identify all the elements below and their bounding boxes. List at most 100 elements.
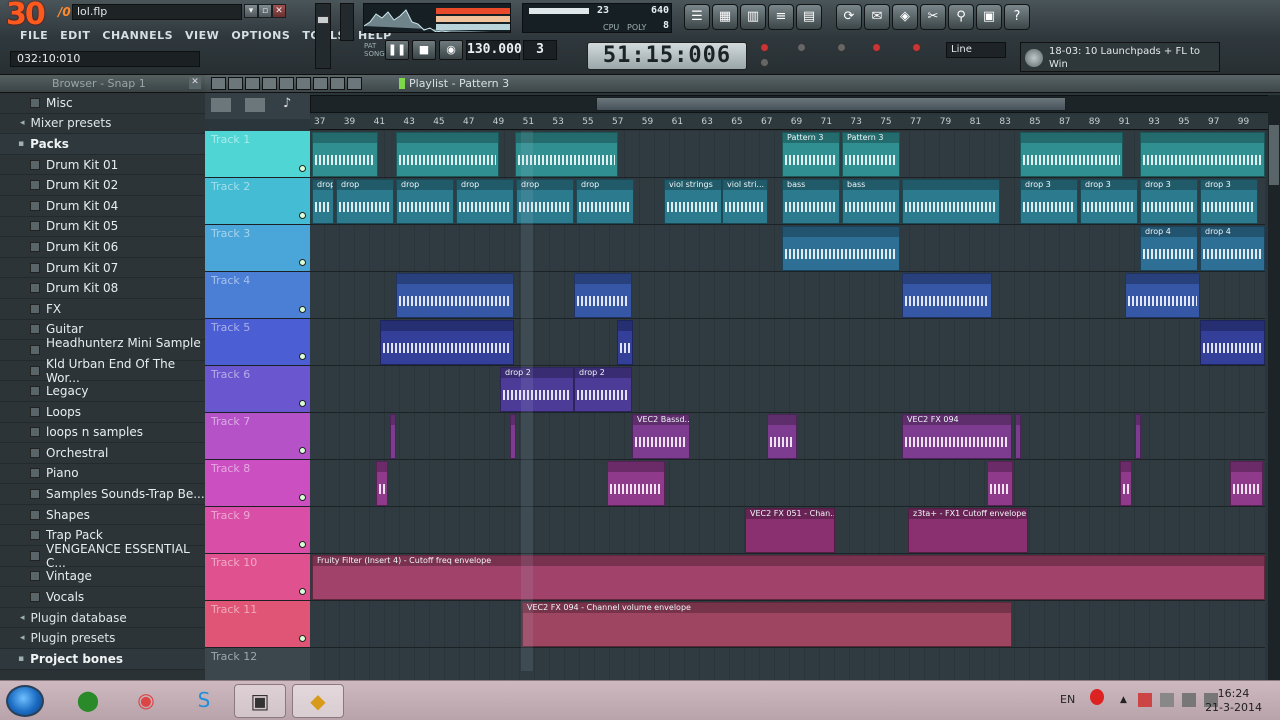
pattern-clip[interactable] xyxy=(1015,414,1021,459)
pattern-clip[interactable]: drop xyxy=(576,179,634,224)
pattern-clip[interactable] xyxy=(376,461,388,506)
browser-item[interactable]: Piano xyxy=(0,463,205,485)
pattern-clip[interactable]: viol strings xyxy=(664,179,722,224)
track-header[interactable]: Track 11 xyxy=(205,601,310,648)
warning-icon[interactable] xyxy=(1090,689,1104,705)
pattern-clip[interactable] xyxy=(782,226,900,271)
playlist-icon[interactable]: ☰ xyxy=(684,4,710,30)
tray-app-icon[interactable] xyxy=(1138,693,1152,707)
typing-keyboard-icon[interactable] xyxy=(872,43,881,52)
track-header[interactable]: Track 4 xyxy=(205,272,310,319)
pattern-clip[interactable] xyxy=(1200,320,1265,365)
pattern-clip[interactable] xyxy=(396,273,514,318)
browser-item[interactable]: Drum Kit 01 xyxy=(0,154,205,176)
pattern-clip[interactable]: drop 2 xyxy=(574,367,632,412)
note-icon[interactable]: ♪ xyxy=(283,96,291,111)
computer-icon[interactable]: ▣ xyxy=(234,684,286,718)
zoom-tool-icon[interactable] xyxy=(330,77,345,90)
pause-button[interactable]: ❚❚ xyxy=(385,40,409,60)
mixer-icon[interactable]: ≡ xyxy=(768,4,794,30)
menu-view[interactable]: VIEW xyxy=(179,27,225,44)
menu-options[interactable]: OPTIONS xyxy=(225,27,296,44)
close-window-button[interactable]: ✕ xyxy=(272,4,286,18)
pattern-clip[interactable]: VEC2 FX 094 - Channel volume envelope xyxy=(522,602,1012,647)
track-mute-led[interactable] xyxy=(299,635,306,642)
pattern-clip[interactable] xyxy=(902,179,1000,224)
track-mute-led[interactable] xyxy=(299,165,306,172)
pattern-clip[interactable]: viol stri... xyxy=(722,179,768,224)
playlist-title[interactable]: Playlist - Pattern 3 xyxy=(409,76,509,92)
pattern-clip[interactable]: drop 3 xyxy=(1140,179,1198,224)
pattern-clip[interactable] xyxy=(396,132,499,177)
utorrent-icon[interactable]: ⬤ xyxy=(62,684,114,718)
record-option-icon[interactable] xyxy=(760,43,769,52)
channel-rack-icon[interactable]: ▤ xyxy=(796,4,822,30)
help-icon[interactable]: ? xyxy=(1004,4,1030,30)
save-icon[interactable]: ✉ xyxy=(864,4,890,30)
browser-item[interactable]: Samples Sounds-Trap Be... xyxy=(0,484,205,505)
start-button[interactable] xyxy=(6,685,44,717)
delete-tool-icon[interactable] xyxy=(262,77,277,90)
browser-item[interactable]: Loops xyxy=(0,401,205,423)
pattern-clip[interactable]: drop 4 xyxy=(1200,226,1265,271)
browser-item[interactable]: Kid Urban End Of The Wor... xyxy=(0,357,205,385)
step-sequencer-icon[interactable]: ▦ xyxy=(712,4,738,30)
track-mute-led[interactable] xyxy=(299,494,306,501)
track-header[interactable]: Track 2 xyxy=(205,178,310,225)
pattern-clip[interactable]: bass xyxy=(782,179,840,224)
track-header[interactable]: Track 1 xyxy=(205,131,310,178)
chrome-icon[interactable]: ◉ xyxy=(120,684,172,718)
playback-toggle-icon[interactable] xyxy=(211,98,231,112)
pattern-clip[interactable]: drop 3 xyxy=(1200,179,1258,224)
vertical-scrollbar[interactable] xyxy=(1268,95,1280,680)
pattern-clip[interactable]: drop 2 xyxy=(500,367,574,412)
countdown-icon[interactable] xyxy=(797,43,806,52)
magic-tool-icon[interactable] xyxy=(211,77,226,90)
pattern-clip[interactable]: bass xyxy=(842,179,900,224)
slider-handle[interactable] xyxy=(317,16,329,24)
menu-file[interactable]: FILE xyxy=(14,27,54,44)
track-mute-led[interactable] xyxy=(299,400,306,407)
pattern-clip[interactable] xyxy=(1125,273,1200,318)
tools-icon[interactable]: ✂ xyxy=(920,4,946,30)
master-pitch-slider[interactable] xyxy=(340,3,354,41)
scrollbar-thumb[interactable] xyxy=(1269,125,1279,185)
pattern-clip[interactable]: drop xyxy=(396,179,454,224)
skype-icon[interactable]: S xyxy=(178,684,230,718)
track-mute-led[interactable] xyxy=(299,541,306,548)
pattern-clip[interactable]: drop 3 xyxy=(1080,179,1138,224)
pattern-clip[interactable] xyxy=(767,414,797,459)
network-icon[interactable] xyxy=(1182,693,1196,707)
browser-item[interactable]: Drum Kit 07 xyxy=(0,257,205,279)
pattern-clip[interactable]: Fruity Filter (Insert 4) - Cutoff freq e… xyxy=(312,555,1265,600)
pattern-clip[interactable]: VEC2 Bassd... xyxy=(632,414,690,459)
time-ruler[interactable]: 37 39 41 43 45 47 49 51 53 55 57 59 61 63 65 67 69 71 73 75… xyxy=(310,115,1270,130)
track-header[interactable]: Track 7 xyxy=(205,413,310,460)
mute-tool-icon[interactable] xyxy=(279,77,294,90)
master-volume-slider[interactable] xyxy=(315,3,331,69)
pattern-clip[interactable]: drop xyxy=(456,179,514,224)
fl-studio-taskbar-icon[interactable]: ◆ xyxy=(292,684,344,718)
pattern-clip[interactable] xyxy=(574,273,632,318)
stop-button[interactable]: ■ xyxy=(412,40,436,60)
dropdown-arrow-icon[interactable]: ▾ xyxy=(244,4,258,18)
snap-selector[interactable]: Line xyxy=(946,42,1006,58)
track-header[interactable]: Track 5 xyxy=(205,319,310,366)
track-mute-led[interactable] xyxy=(299,353,306,360)
pattern-clip[interactable]: Pattern 3 xyxy=(842,132,900,177)
track-header[interactable]: Track 3 xyxy=(205,225,310,272)
language-indicator[interactable]: EN xyxy=(1060,693,1075,706)
pattern-clip[interactable]: drop xyxy=(312,179,334,224)
pattern-clip[interactable] xyxy=(1020,132,1123,177)
pattern-selector[interactable]: 3 xyxy=(523,40,557,60)
browser-item[interactable]: ◂ Mixer presets xyxy=(0,113,205,135)
track-mute-led[interactable] xyxy=(299,447,306,454)
document-icon[interactable]: ▣ xyxy=(976,4,1002,30)
pattern-clip[interactable]: drop xyxy=(336,179,394,224)
search-icon[interactable]: ⚲ xyxy=(948,4,974,30)
power-icon[interactable] xyxy=(1160,693,1174,707)
track-mute-led[interactable] xyxy=(299,259,306,266)
track-header[interactable]: Track 10 xyxy=(205,554,310,601)
pattern-clip[interactable] xyxy=(390,414,396,459)
record-button[interactable]: ◉ xyxy=(439,40,463,60)
